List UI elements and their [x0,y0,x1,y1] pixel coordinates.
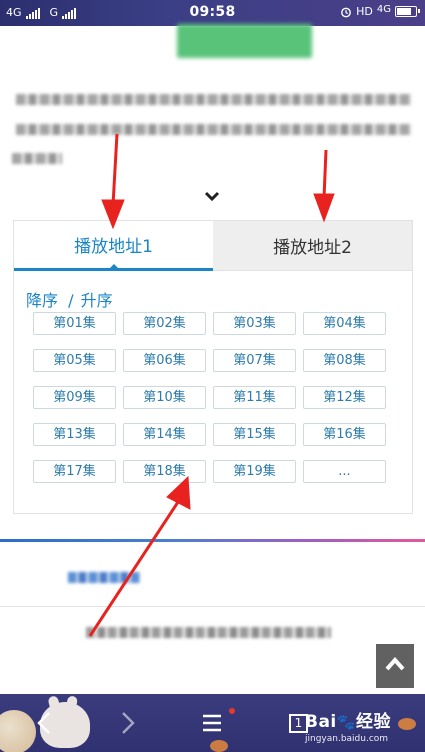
source-tabs: 播放地址1 播放地址2 [14,221,412,271]
episode-grid: 第01集 第02集 第03集 第04集 第05集 第06集 第07集 第08集 … [33,312,393,483]
blurred-text-line [16,94,411,105]
episode-button[interactable]: 第06集 [123,349,206,372]
playlist-panel: 播放地址1 播放地址2 降序 / 升序 第01集 第02集 第03集 第04集 … [13,220,413,514]
episode-button[interactable]: 第02集 [123,312,206,335]
back-to-top-icon [385,657,405,671]
episode-button[interactable]: 第05集 [33,349,116,372]
divider [0,606,425,607]
blurred-link[interactable] [68,572,140,583]
watermark-url: jingyan.baidu.com [305,734,389,744]
watermark: Bai🐾经验 jingyan.baidu.com [305,707,391,744]
arrow-to-tab-2 [313,149,335,223]
episode-button[interactable]: 第15集 [213,423,296,446]
tab-source-1[interactable]: 播放地址1 [14,221,213,271]
battery-icon [395,6,420,17]
sort-separator: / [68,291,74,310]
blurred-text-line [16,124,411,135]
episode-button[interactable]: 第14集 [123,423,206,446]
sort-order: 降序 / 升序 [26,287,113,311]
episode-button[interactable]: 第12集 [303,386,386,409]
episode-button[interactable]: 第13集 [33,423,116,446]
arrow-to-tab-1 [101,133,125,230]
blurred-green-button[interactable] [177,24,312,58]
episode-button[interactable]: 第10集 [123,386,206,409]
chevron-down-icon[interactable] [204,190,220,204]
notification-dot [229,708,235,714]
back-to-top-button[interactable] [376,644,414,688]
episode-button[interactable]: 第01集 [33,312,116,335]
sort-desc-button[interactable]: 降序 [26,291,58,310]
episode-button[interactable]: 第19集 [213,460,296,483]
forward-arrow-icon[interactable] [112,708,142,738]
back-arrow-icon[interactable] [30,708,60,738]
more-episodes-button[interactable]: ... [303,460,386,483]
episode-button[interactable]: 第18集 [123,460,206,483]
episode-button[interactable]: 第16集 [303,423,386,446]
episode-button[interactable]: 第11集 [213,386,296,409]
status-bar: 4G G 09:58 HD 4G [0,0,425,26]
lantern-decoration [210,740,228,752]
network-label: 4G [376,4,391,15]
episode-button[interactable]: 第08集 [303,349,386,372]
blurred-text-line [12,153,62,164]
tab-source-2[interactable]: 播放地址2 [213,221,412,271]
episode-button[interactable]: 第17集 [33,460,116,483]
alarm-icon [341,7,352,17]
watermark-brand-cn: 经验 [355,712,391,732]
status-right: HD 4G [340,4,420,18]
gradient-divider [0,539,425,542]
lantern-decoration [398,718,416,730]
episode-button[interactable]: 第04集 [303,312,386,335]
hd-label: HD [356,5,373,18]
paw-icon: 🐾 [336,713,356,731]
sort-asc-button[interactable]: 升序 [81,291,113,310]
blurred-footer-text [86,627,331,638]
menu-icon[interactable] [197,708,227,738]
watermark-brand: Bai [305,712,337,732]
episode-button[interactable]: 第09集 [33,386,116,409]
episode-button[interactable]: 第03集 [213,312,296,335]
episode-button[interactable]: 第07集 [213,349,296,372]
